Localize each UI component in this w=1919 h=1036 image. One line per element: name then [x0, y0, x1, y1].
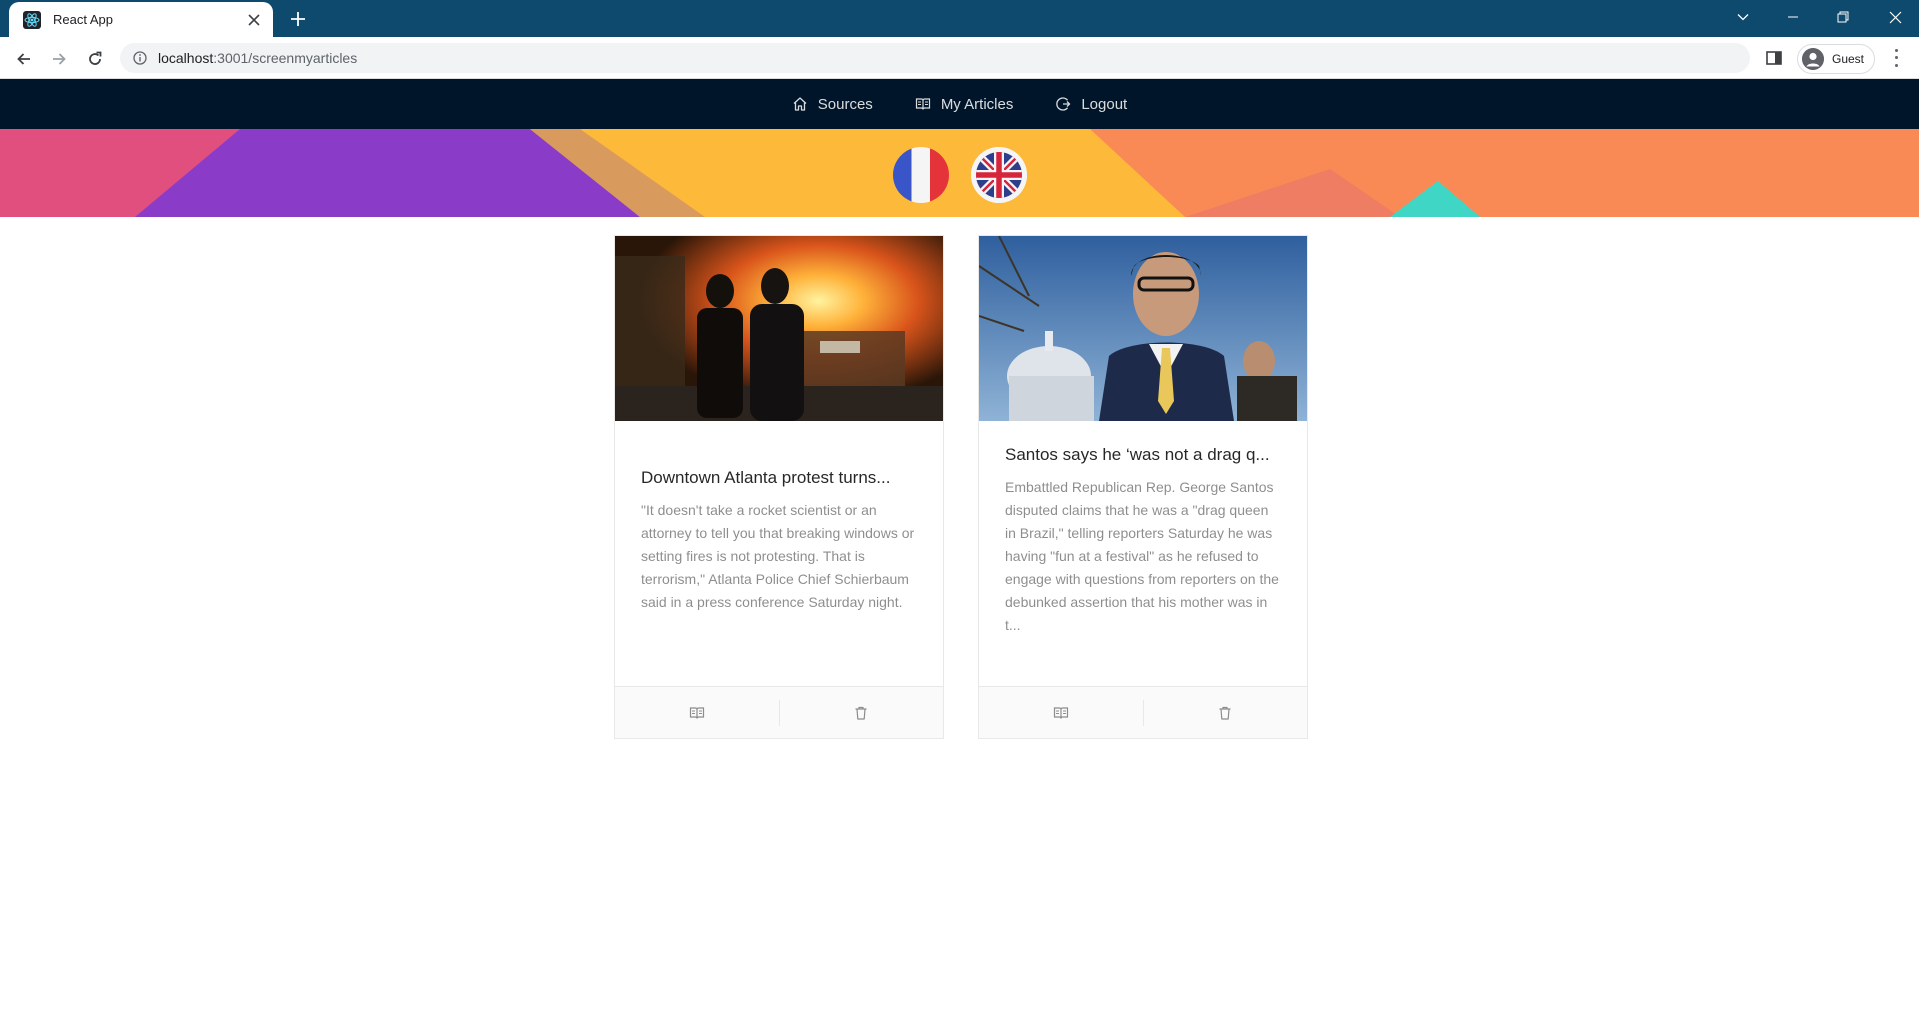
close-tab-icon[interactable]: [245, 11, 263, 29]
nav-item-logout[interactable]: Logout: [1034, 79, 1148, 129]
url-host: localhost: [158, 50, 214, 66]
forward-arrow-icon[interactable]: [45, 45, 73, 73]
profile-label: Guest: [1832, 52, 1865, 66]
tab-title: React App: [53, 12, 113, 27]
united-kingdom-flag[interactable]: [971, 147, 1027, 203]
home-icon: [793, 97, 807, 111]
url-path: :3001/screenmyarticles: [213, 50, 358, 66]
read-icon: [689, 706, 704, 719]
article-image: [615, 236, 943, 421]
profile-button[interactable]: Guest: [1797, 44, 1875, 74]
address-bar[interactable]: localhost:3001/screenmyarticles: [120, 43, 1750, 73]
article-card[interactable]: Downtown Atlanta protest turns... "It do…: [614, 235, 944, 739]
site-info-icon[interactable]: [132, 50, 148, 66]
tab-search-icon[interactable]: [1720, 0, 1766, 34]
france-flag[interactable]: [893, 147, 949, 203]
main-nav: Sources My Articles Logout: [0, 79, 1919, 129]
back-arrow-icon[interactable]: [10, 45, 38, 73]
article-description: Embattled Republican Rep. George Santos …: [1005, 479, 1279, 633]
delete-icon: [1219, 706, 1231, 720]
banner-background: [0, 129, 1919, 217]
delete-article-button[interactable]: [780, 687, 944, 739]
side-panel-icon[interactable]: [1764, 48, 1784, 68]
article-card[interactable]: Santos says he ‘was not a drag q... Emba…: [978, 235, 1308, 739]
logout-icon: [1056, 97, 1071, 111]
language-banner: [0, 129, 1919, 217]
read-icon: [915, 98, 930, 110]
new-tab-button[interactable]: [285, 6, 311, 32]
restore-window-icon[interactable]: [1820, 0, 1866, 34]
delete-icon: [855, 706, 867, 720]
read-icon: [1053, 706, 1068, 719]
read-article-button[interactable]: [615, 687, 779, 739]
nav-item-label: My Articles: [940, 95, 1014, 113]
close-window-icon[interactable]: [1872, 0, 1918, 34]
browser-menu-icon[interactable]: [1886, 47, 1906, 69]
reload-icon[interactable]: [81, 45, 109, 73]
url-text: localhost:3001/screenmyarticles: [158, 50, 357, 66]
avatar-icon: [1802, 48, 1824, 70]
browser-tab-strip: React App: [0, 0, 1919, 37]
article-title: Downtown Atlanta protest turns...: [641, 468, 891, 487]
article-image: [979, 236, 1307, 421]
article-title: Santos says he ‘was not a drag q...: [1005, 445, 1270, 464]
article-description: "It doesn't take a rocket scientist or a…: [641, 502, 915, 610]
card-actions: [615, 686, 943, 738]
nav-item-label: Sources: [817, 95, 873, 113]
nav-item-sources[interactable]: Sources: [771, 79, 894, 129]
browser-toolbar: localhost:3001/screenmyarticles Guest: [0, 37, 1919, 79]
minimize-window-icon[interactable]: [1770, 0, 1816, 34]
react-logo-icon: [23, 10, 41, 29]
browser-tab[interactable]: React App: [9, 2, 273, 37]
card-actions: [979, 686, 1307, 738]
nav-item-my-articles[interactable]: My Articles: [894, 79, 1035, 129]
article-body: Santos says he ‘was not a drag q... Emba…: [979, 445, 1307, 711]
delete-article-button[interactable]: [1144, 687, 1308, 739]
nav-item-label: Logout: [1081, 95, 1128, 113]
read-article-button[interactable]: [979, 687, 1143, 739]
